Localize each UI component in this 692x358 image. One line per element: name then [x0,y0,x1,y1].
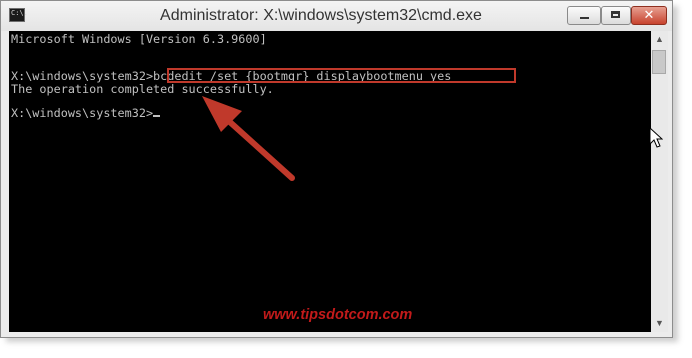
console-line-result: The operation completed successfully. [11,82,274,96]
close-icon: ✕ [643,8,655,23]
mouse-pointer-icon [649,127,663,148]
cmd-window: C:\. Administrator: X:\windows\system32\… [0,0,673,338]
minimize-button[interactable] [567,6,601,25]
console-line: Microsoft Windows [Version 6.3.9600] [11,32,267,46]
text-cursor [153,115,161,117]
console-prompt: X:\windows\system32> [11,106,154,120]
scroll-down-icon[interactable]: ▼ [651,315,668,332]
command-highlight-box [167,68,516,83]
title-bar[interactable]: C:\. Administrator: X:\windows\system32\… [1,1,672,31]
scroll-up-icon[interactable]: ▲ [651,31,668,48]
console-prompt-line[interactable]: X:\windows\system32> [11,106,161,120]
close-button[interactable]: ✕ [631,6,667,25]
vertical-scrollbar[interactable]: ▲ ▼ [651,31,668,332]
maximize-button[interactable] [601,6,631,25]
scroll-thumb[interactable] [652,50,666,74]
watermark-text: www.tipsdotcom.com [263,307,413,323]
window-title: Administrator: X:\windows\system32\cmd.e… [160,7,482,24]
console-output[interactable]: Microsoft Windows [Version 6.3.9600] X:\… [9,31,651,332]
